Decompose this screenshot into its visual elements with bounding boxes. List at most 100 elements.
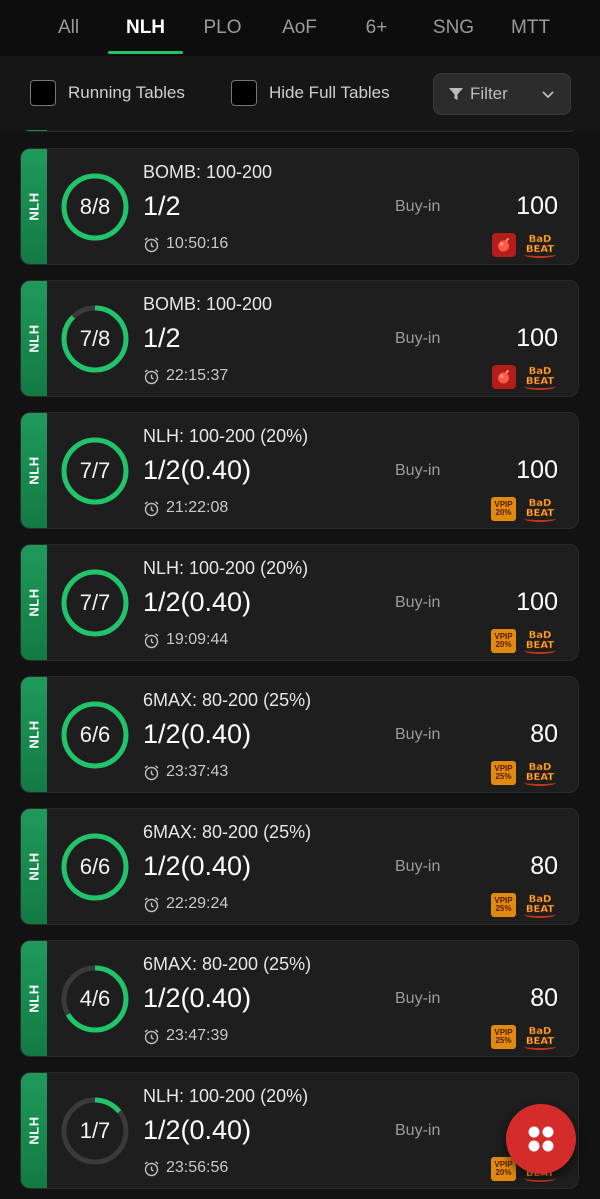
table-stakes: 1/2	[143, 323, 181, 353]
buyin-value: 100	[516, 324, 558, 352]
buyin-value: 100	[516, 588, 558, 616]
table-card[interactable]: NLH 1/7 NLH: 100-200 (20%) 1/2(0.40) 23:56:5…	[20, 1072, 579, 1189]
game-type-stripe: NLH	[21, 677, 47, 792]
vpip-percent: 25%	[495, 1036, 512, 1045]
bomb-icon	[492, 233, 516, 257]
table-badges: BaD BEAT	[492, 365, 558, 390]
table-name: NLH: 100-200 (20%)	[143, 1086, 309, 1106]
chevron-down-icon	[542, 91, 554, 99]
tab-aof[interactable]: AoF	[261, 0, 338, 56]
vpip-badge: VPIP 20%	[491, 497, 516, 521]
table-time-value: 10:50:16	[166, 235, 229, 252]
bad-beat-text-bottom: BEAT	[525, 904, 555, 915]
table-stakes: 1/2(0.40)	[143, 983, 252, 1013]
table-time: 23:47:39	[143, 1027, 228, 1045]
seat-count: 8/8	[79, 194, 111, 219]
game-type-stripe: NLH	[21, 149, 47, 264]
table-time-value: 23:47:39	[166, 1027, 229, 1044]
buyin-value: 80	[530, 852, 558, 880]
buyin-value: 80	[530, 984, 558, 1012]
bad-beat-badge: BaDBEAT	[522, 893, 558, 918]
table-time-value: 19:09:44	[166, 631, 229, 648]
game-type-stripe: NLH	[21, 1073, 47, 1188]
bad-beat-text-bottom: BEAT	[525, 244, 555, 255]
alarm-clock-icon	[144, 368, 159, 384]
partial-table-card[interactable]	[20, 130, 579, 132]
table-card[interactable]: NLH 6/6 6MAX: 80-200 (25%) 1/2(0.40) 22:29:2…	[20, 808, 579, 925]
table-time: 23:56:56	[143, 1159, 228, 1177]
table-card[interactable]: NLH 6/6 6MAX: 80-200 (25%) 1/2(0.40) 23:37:4…	[20, 676, 579, 793]
bad-beat-badge: BaDBEAT	[522, 1025, 558, 1050]
vpip-percent: 20%	[495, 1168, 512, 1177]
hide-full-tables-checkbox[interactable]: Hide Full Tables	[231, 80, 390, 106]
buyin-label: Buy-in	[395, 858, 441, 875]
table-badges: BaD BEAT	[492, 233, 558, 258]
table-stakes: 1/2	[143, 191, 181, 221]
filter-bar: Running Tables Hide Full Tables Filter	[0, 56, 600, 130]
table-time-value: 22:29:24	[166, 895, 229, 912]
tab-mtt[interactable]: MTT	[492, 0, 569, 56]
bad-beat-text-bottom: BEAT	[525, 508, 555, 519]
game-type-label: NLH	[26, 588, 42, 617]
table-card[interactable]: NLH 4/6 6MAX: 80-200 (25%) 1/2(0.40) 23:47:3…	[20, 940, 579, 1057]
running-tables-checkbox[interactable]: Running Tables	[30, 80, 185, 106]
table-time: 21:22:08	[143, 499, 228, 517]
table-time: 23:37:43	[143, 763, 228, 781]
buyin-label: Buy-in	[395, 462, 441, 479]
checkbox-box[interactable]	[30, 80, 56, 106]
table-card[interactable]: NLH 7/7 NLH: 100-200 (20%) 1/2(0.40) 19:09:4…	[20, 544, 579, 661]
alarm-clock-icon	[144, 500, 159, 516]
menu-fab-button[interactable]	[506, 1104, 576, 1174]
table-stakes: 1/2(0.40)	[143, 1115, 252, 1145]
table-list: NLH 8/8 BOMB: 100-200 1/2 10:50:16 Buy-in 100 B…	[0, 130, 600, 1199]
bad-beat-badge: BaDBEAT	[522, 761, 558, 786]
table-time-value: 21:22:08	[166, 499, 229, 516]
buyin-value: 80	[530, 720, 558, 748]
tab-sng[interactable]: SNG	[415, 0, 492, 56]
filter-label: Filter	[470, 84, 508, 103]
vpip-percent: 20%	[495, 640, 512, 649]
seat-count: 6/6	[79, 722, 111, 747]
game-type-label: NLH	[26, 324, 42, 353]
table-badges: VPIP 25% BaD BEAT	[491, 1025, 558, 1050]
table-time-value: 23:56:56	[166, 1159, 229, 1176]
buyin-label: Buy-in	[395, 594, 441, 611]
checkbox-box[interactable]	[231, 80, 257, 106]
tab-plo[interactable]: PLO	[184, 0, 261, 56]
bad-beat-badge: BaDBEAT	[522, 629, 558, 654]
vpip-percent: 25%	[495, 904, 512, 913]
filter-dropdown[interactable]: Filter	[433, 73, 571, 115]
game-type-label: NLH	[26, 456, 42, 485]
game-type-stripe: NLH	[21, 809, 47, 924]
hide-full-tables-label: Hide Full Tables	[269, 83, 390, 102]
alarm-clock-icon	[144, 236, 159, 252]
game-type-stripe: NLH	[21, 413, 47, 528]
table-name: 6MAX: 80-200 (25%)	[143, 954, 312, 974]
game-type-tabs: All NLH PLO AoF 6+ SNG MTT	[0, 0, 600, 56]
buyin-label: Buy-in	[395, 330, 441, 347]
tab-6plus[interactable]: 6+	[338, 0, 415, 56]
table-time: 10:50:16	[143, 235, 228, 253]
table-card[interactable]: NLH 7/7 NLH: 100-200 (20%) 1/2(0.40) 21:22:0…	[20, 412, 579, 529]
table-stakes: 1/2(0.40)	[143, 851, 252, 881]
seat-count: 1/7	[79, 1118, 111, 1143]
table-badges: VPIP20%BaDBEAT	[491, 629, 558, 654]
vpip-badge: VPIP 25%	[491, 761, 516, 785]
seat-count: 7/7	[79, 458, 111, 483]
seat-count: 6/6	[79, 854, 111, 879]
game-type-label: NLH	[26, 720, 42, 749]
buyin-label: Buy-in	[395, 1122, 441, 1139]
seat-count: 7/7	[79, 590, 111, 615]
vpip-badge: VPIP 20%	[491, 1157, 516, 1181]
vpip-badge: VPIP 25%	[491, 1025, 516, 1049]
tab-all[interactable]: All	[30, 0, 107, 56]
table-stakes: 1/2(0.40)	[143, 719, 252, 749]
table-card[interactable]: NLH 7/8 BOMB: 100-200 1/2 22:15:37 Buy-in 100 B…	[20, 280, 579, 397]
bad-beat-badge: BaDBEAT	[522, 365, 558, 390]
buyin-value: 100	[516, 192, 558, 220]
vpip-badge: VPIP 25%	[491, 893, 516, 917]
tab-nlh[interactable]: NLH	[107, 0, 184, 56]
game-type-stripe: NLH	[21, 545, 47, 660]
bad-beat-text-bottom: BEAT	[525, 640, 555, 651]
table-card[interactable]: NLH 8/8 BOMB: 100-200 1/2 10:50:16 Buy-in 100 B…	[20, 148, 579, 265]
